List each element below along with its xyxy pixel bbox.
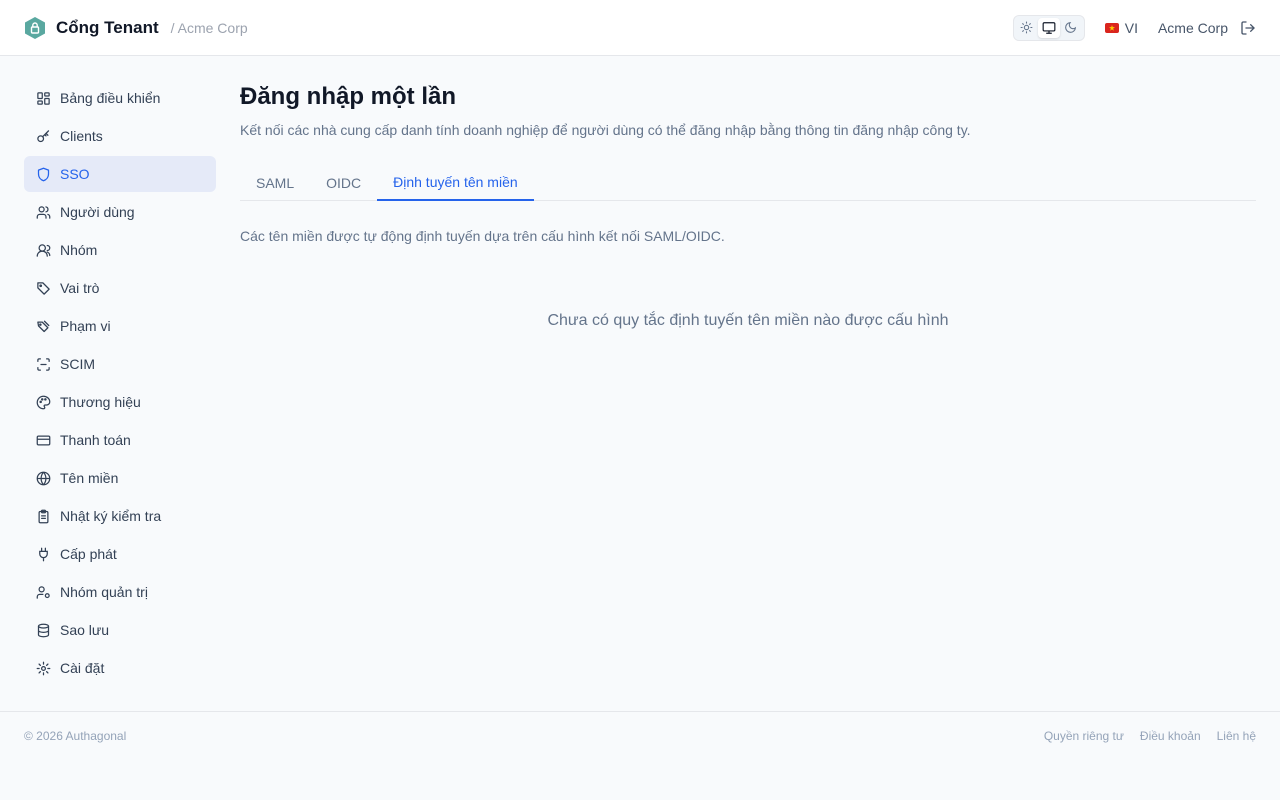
- globe-icon: [36, 471, 51, 485]
- brand[interactable]: Cổng Tenant / Acme Corp: [24, 16, 248, 40]
- theme-switcher: [1012, 14, 1085, 41]
- sidebar-item-label: Vai trò: [60, 280, 100, 296]
- tab-domain-routing[interactable]: Định tuyến tên miền: [377, 164, 534, 201]
- page-description: Kết nối các nhà cung cấp danh tính doanh…: [240, 122, 971, 138]
- main-content: Đăng nhập một lần Kết nối các nhà cung c…: [240, 80, 1256, 330]
- sidebar-item-label: Phạm vi: [60, 318, 111, 334]
- sidebar-item-label: SCIM: [60, 356, 95, 372]
- tab-saml[interactable]: SAML: [240, 164, 310, 201]
- sidebar-item-label: Thanh toán: [60, 432, 131, 448]
- sidebar-item-label: Clients: [60, 128, 103, 144]
- sidebar-item-roles[interactable]: Vai trò: [24, 270, 216, 306]
- sidebar-item-label: Tên miền: [60, 470, 119, 486]
- key-icon: [37, 129, 50, 142]
- sidebar-item-label: Thương hiệu: [60, 394, 141, 410]
- terms-link[interactable]: Điều khoản: [1140, 729, 1201, 743]
- privacy-link[interactable]: Quyền riêng tư: [1044, 729, 1124, 743]
- sidebar-item-billing[interactable]: Thanh toán: [24, 422, 216, 458]
- sidebar-item-domains[interactable]: Tên miền: [24, 460, 216, 496]
- language-code: VI: [1124, 19, 1138, 36]
- sidebar-item-sso[interactable]: SSO: [24, 156, 216, 192]
- vietnam-flag-icon: [1104, 22, 1119, 33]
- database-icon: [37, 623, 50, 637]
- sun-icon[interactable]: [1016, 18, 1038, 38]
- organization-name: Acme Corp: [1157, 19, 1228, 36]
- contact-link[interactable]: Liên hệ: [1217, 729, 1256, 743]
- tenant-breadcrumb: / Acme Corp: [170, 19, 248, 36]
- sidebar-item-groups[interactable]: Nhóm: [24, 232, 216, 268]
- app-title: Cổng Tenant: [56, 17, 159, 37]
- sidebar-item-label: Cài đặt: [60, 660, 105, 676]
- sidebar-item-provisioning[interactable]: Cấp phát: [24, 536, 216, 572]
- logout-icon[interactable]: [1240, 20, 1256, 36]
- sidebar-item-audit-log[interactable]: Nhật ký kiểm tra: [24, 498, 216, 534]
- plug-icon: [39, 547, 48, 561]
- credit-card-icon: [36, 435, 51, 445]
- footer-links: Quyền riêng tư Điều khoản Liên hệ: [1028, 729, 1256, 743]
- sidebar-item-label: Cấp phát: [60, 546, 117, 562]
- tab-oidc[interactable]: OIDC: [310, 164, 377, 201]
- moon-icon[interactable]: [1060, 18, 1082, 38]
- user-cog-icon: [36, 585, 50, 599]
- copyright: © 2026 Authagonal: [24, 729, 127, 743]
- footer: © 2026 Authagonal Quyền riêng tư Điều kh…: [0, 711, 1280, 760]
- sidebar-item-label: Nhóm: [60, 242, 98, 258]
- sidebar-item-label: Người dùng: [60, 204, 135, 220]
- dashboard-icon: [37, 91, 50, 105]
- sidebar-item-label: SSO: [60, 166, 90, 182]
- language-selector[interactable]: VI: [1104, 19, 1138, 36]
- top-bar: Cổng Tenant / Acme Corp VI Acme Corp: [0, 0, 1280, 56]
- sidebar-item-clients[interactable]: Clients: [24, 118, 216, 154]
- brand-logo-icon: [24, 16, 46, 40]
- gear-icon: [36, 661, 51, 675]
- shield-icon: [37, 167, 50, 181]
- sidebar: Bảng điều khiển Clients SSO Người dùng N…: [24, 80, 216, 688]
- page-title: Đăng nhập một lần: [240, 83, 456, 110]
- clipboard-icon: [38, 509, 49, 523]
- sidebar-item-branding[interactable]: Thương hiệu: [24, 384, 216, 420]
- scan-icon: [37, 357, 50, 371]
- tag-icon: [37, 281, 50, 295]
- tags-icon: [37, 319, 50, 332]
- sidebar-item-label: Bảng điều khiển: [60, 90, 161, 106]
- sidebar-item-dashboard[interactable]: Bảng điều khiển: [24, 80, 216, 116]
- sidebar-item-users[interactable]: Người dùng: [24, 194, 216, 230]
- tab-description: Các tên miền được tự động định tuyến dựa…: [240, 228, 725, 244]
- group-icon: [36, 243, 51, 257]
- sidebar-item-scopes[interactable]: Phạm vi: [24, 308, 216, 344]
- monitor-icon[interactable]: [1037, 17, 1060, 38]
- sidebar-item-label: Nhóm quản trị: [60, 584, 148, 600]
- users-icon: [36, 205, 51, 219]
- sidebar-item-admin-groups[interactable]: Nhóm quản trị: [24, 574, 216, 610]
- empty-state-message: Chưa có quy tắc định tuyến tên miền nào …: [547, 312, 949, 329]
- sso-tabs: SAML OIDC Định tuyến tên miền: [240, 164, 1256, 201]
- sidebar-item-scim[interactable]: SCIM: [24, 346, 216, 382]
- palette-icon: [36, 395, 51, 409]
- sidebar-item-label: Sao lưu: [60, 622, 110, 638]
- sidebar-item-backups[interactable]: Sao lưu: [24, 612, 216, 648]
- sidebar-item-settings[interactable]: Cài đặt: [24, 650, 216, 686]
- sidebar-item-label: Nhật ký kiểm tra: [60, 508, 162, 524]
